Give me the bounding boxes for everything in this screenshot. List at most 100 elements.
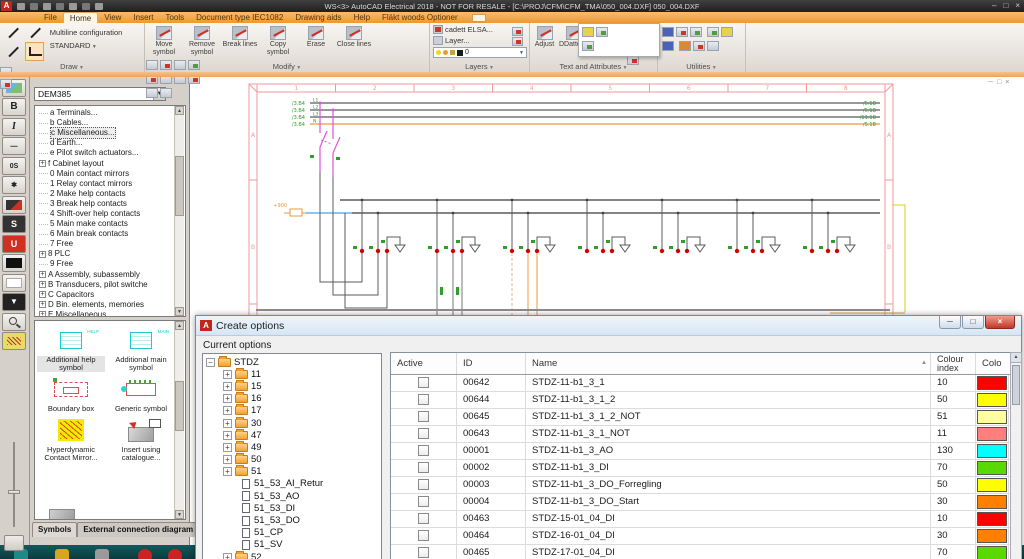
sidebar-tree-item-7-free[interactable]: 7 Free: [39, 239, 173, 249]
dialog-tree-item-51-53-ai-retur[interactable]: 51_53_AI_Retur: [203, 478, 381, 490]
dialog-tree-item-51-53-ao[interactable]: 51_53_AO: [203, 490, 381, 502]
taskbar-icon[interactable]: [168, 549, 182, 559]
dialog-titlebar[interactable]: A Create options ─ □ ×: [196, 316, 1021, 336]
modify-grid-icon[interactable]: [160, 88, 172, 98]
dialog-tree-item-51[interactable]: +51: [203, 466, 381, 478]
utilities-icon[interactable]: [690, 27, 702, 37]
adjust-button[interactable]: Adjust: [530, 25, 559, 49]
u-tool-button[interactable]: U: [2, 235, 26, 253]
draw-extra-icon-2[interactable]: [0, 79, 12, 89]
erase-button[interactable]: Erase: [297, 25, 335, 49]
delete-tool-button[interactable]: [2, 196, 26, 214]
bold-button[interactable]: B: [2, 98, 26, 116]
layer-button[interactable]: Layer...: [445, 36, 470, 45]
dialog-close-button[interactable]: ×: [985, 316, 1015, 329]
expand-icon[interactable]: +: [223, 406, 232, 415]
dialog-tree-item-30[interactable]: +30: [203, 417, 381, 429]
sidebar-tree-item-9-free[interactable]: 9 Free: [39, 259, 173, 269]
utilities-icon[interactable]: [676, 27, 688, 37]
slider-handle[interactable]: [8, 490, 20, 494]
utilities-panel-label[interactable]: Utilities: [658, 62, 745, 72]
flyout-icon[interactable]: [596, 27, 608, 37]
cadett-elsa-button[interactable]: cadett ELSA...: [445, 25, 493, 34]
layers-panel-label[interactable]: Layers: [430, 62, 529, 72]
expand-icon[interactable]: +: [223, 382, 232, 391]
sidebar-tree-item-c-miscellaneous[interactable]: c Miscellaneous...: [39, 128, 173, 138]
scroll-down-arrow[interactable]: ▼: [175, 307, 184, 316]
expand-icon[interactable]: +: [223, 370, 232, 379]
remove-symbol-button[interactable]: Remove symbol: [183, 25, 221, 56]
sidebar-tree-item-f-cabinet-layout[interactable]: +f Cabinet layout: [39, 158, 173, 168]
active-checkbox[interactable]: [418, 377, 429, 388]
column-header-colour-index[interactable]: Colour index: [931, 353, 976, 374]
move-symbol-button[interactable]: Move symbol: [145, 25, 183, 56]
plot-icon[interactable]: [82, 3, 90, 10]
layers-extra-icon[interactable]: [512, 27, 523, 36]
utilities-icon[interactable]: [693, 41, 705, 51]
sidebar-tree-item-5-main-make-contacts[interactable]: 5 Main make contacts: [39, 219, 173, 229]
expand-icon[interactable]: +: [223, 443, 232, 452]
redo-icon[interactable]: [69, 3, 77, 10]
ribbon-tab-drawing-aids[interactable]: Drawing aids: [289, 12, 347, 23]
expand-icon[interactable]: +: [223, 431, 232, 440]
close-lines-button[interactable]: Close lines: [335, 25, 373, 49]
expand-icon[interactable]: +: [223, 394, 232, 403]
layer-dropdown-arrow[interactable]: ▼: [519, 50, 524, 56]
palette-item-generic-symbol[interactable]: Generic symbol: [107, 376, 175, 413]
tab-external-connection-diagram[interactable]: External connection diagram: [77, 522, 199, 537]
collapse-icon[interactable]: −: [206, 358, 215, 367]
sidebar-tree-item-c-capacitors[interactable]: +C Capacitors: [39, 290, 173, 300]
scroll-up-arrow[interactable]: ▲: [175, 321, 184, 330]
expand-icon[interactable]: +: [223, 455, 232, 464]
text-attributes-panel-label[interactable]: Text and Attributes: [530, 62, 657, 72]
sidebar-tree-item-b-transducers-pilot-switche[interactable]: +B Transducers, pilot switche: [39, 280, 173, 290]
dialog-tree-item-51-53-di[interactable]: 51_53_DI: [203, 502, 381, 514]
table-scrollbar[interactable]: ▲: [1010, 352, 1022, 559]
expand-icon[interactable]: +: [223, 419, 232, 428]
scrollbar-thumb[interactable]: [1012, 365, 1020, 405]
layers-extra-icon[interactable]: [512, 37, 523, 46]
expand-icon[interactable]: +: [39, 311, 46, 317]
scrollbar-thumb[interactable]: [175, 156, 184, 216]
dialog-tree-item-49[interactable]: +49: [203, 441, 381, 453]
utilities-icon[interactable]: [707, 27, 719, 37]
window-close-button[interactable]: ×: [1015, 1, 1020, 11]
taskbar-icon[interactable]: [95, 549, 109, 559]
palette-item-partial[interactable]: [49, 509, 75, 520]
flyout-icon[interactable]: [582, 27, 594, 37]
palette-item-additional-help-symbol[interactable]: HELPAdditional help symbol: [37, 327, 105, 372]
layer-thaw-icon[interactable]: [443, 50, 448, 55]
scroll-up-arrow[interactable]: ▲: [1011, 353, 1021, 363]
window-maximize-button[interactable]: □: [1003, 1, 1008, 11]
flyout-icon[interactable]: [582, 41, 594, 51]
modify-grid-icon[interactable]: [146, 88, 158, 98]
dialog-tree-item-stdz[interactable]: −STDZ: [203, 356, 381, 368]
utilities-icon[interactable]: [662, 27, 674, 37]
expand-icon[interactable]: +: [39, 291, 46, 298]
expand-icon[interactable]: +: [39, 301, 46, 308]
expand-icon[interactable]: +: [39, 271, 46, 278]
tree-scrollbar[interactable]: ▲ ▼: [174, 106, 184, 316]
utilities-icon[interactable]: [662, 41, 674, 51]
expand-icon[interactable]: +: [223, 467, 232, 476]
autocad-logo-icon[interactable]: A: [1, 1, 12, 11]
sidebar-tree-item-d-bin-elements-memories[interactable]: +D Bin. elements, memories: [39, 300, 173, 310]
drawing-minimize-button[interactable]: ─: [988, 79, 993, 86]
palette-item-additional-main-symbol[interactable]: MAINAdditional main symbol: [107, 327, 175, 372]
sidebar-tree-item-d-earth[interactable]: d Earth...: [39, 138, 173, 148]
copy-symbol-button[interactable]: Copy symbol: [259, 25, 297, 56]
line-tool-button[interactable]: [3, 23, 22, 42]
ribbon-tab-help[interactable]: Help: [348, 12, 376, 23]
workspace-icon[interactable]: [95, 3, 103, 10]
column-header-name[interactable]: Name▲: [526, 353, 931, 374]
layer-on-icon[interactable]: [436, 50, 441, 55]
active-checkbox[interactable]: [418, 445, 429, 456]
sidebar-tree-item-6-main-break-contacts[interactable]: 6 Main break contacts: [39, 229, 173, 239]
active-checkbox[interactable]: [418, 547, 429, 558]
sidebar-tree-item-a-assembly-subassembly[interactable]: +A Assembly, subassembly: [39, 270, 173, 280]
modify-panel-label[interactable]: Modify: [145, 62, 429, 72]
active-checkbox[interactable]: [418, 496, 429, 507]
column-header-active[interactable]: Active: [391, 353, 457, 374]
dialog-tree-item-52[interactable]: +52: [203, 551, 381, 559]
filter-button[interactable]: ▼: [2, 293, 26, 311]
